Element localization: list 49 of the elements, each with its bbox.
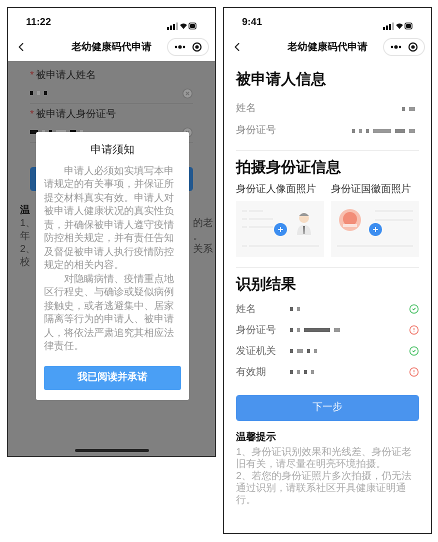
add-photo-icon[interactable] [274, 223, 287, 236]
tip-text: 2、若您的身份证照片多次拍摄，仍无法通过识别，请联系社区开具健康证明通行。 [236, 470, 413, 506]
field-label: 被申请人身份证号 [36, 108, 116, 122]
row-label: 发证机关 [236, 344, 277, 358]
dialog-paragraph: 申请人必须如实填写本申请规定的有关事项，并保证所提交材料真实有效。申请人对被申请人健康状况的真实性负责，并确保被申请人遵守疫情防控相关规定，并有责任告知及督促被申请人执行疫情防控规定的相关内容。 [44, 164, 175, 272]
row-label: 身份证号 [236, 124, 276, 138]
status-icons [383, 22, 413, 30]
field-label: 被申请人姓名 [36, 68, 96, 83]
status-time: 11:22 [26, 16, 52, 30]
capsule-menu[interactable] [383, 38, 425, 56]
upload-card[interactable] [331, 201, 419, 257]
person-figure-drawing [297, 213, 311, 235]
tip-text: 1、身份证识别效果和光线差、身份证老旧有关，请尽量在明亮环境拍摄。 [236, 446, 413, 470]
tip-fragment: 。 [193, 231, 204, 243]
section-title: 被申请人信息 [236, 70, 327, 90]
tip-fragment: 的老 [193, 218, 213, 230]
capsule-menu[interactable] [167, 38, 209, 56]
row-label: 身份证号 [236, 324, 277, 338]
status-icons [167, 22, 197, 30]
tip-fragment: 关系 [193, 244, 213, 256]
accept-button[interactable]: 我已阅读并承诺 [44, 366, 181, 390]
section-title: 拍摄身份证信息 [236, 158, 342, 178]
photo-label: 身份证国徽面照片 [331, 182, 412, 197]
add-photo-icon[interactable] [369, 223, 382, 236]
row-label: 姓名 [236, 302, 257, 316]
more-icon[interactable] [390, 45, 402, 49]
tip-fragment: 2、 [20, 244, 36, 256]
row-label: 有效期 [236, 366, 267, 380]
photo-label: 身份证人像面照片 [236, 182, 317, 197]
status-time: 9:41 [242, 16, 262, 30]
close-target-icon[interactable] [192, 42, 202, 52]
tip-fragment: 年 [20, 231, 31, 243]
tip-fragment: 1、 [20, 218, 36, 230]
emblem-drawing [339, 209, 361, 231]
required-mark: * [30, 108, 34, 122]
required-mark: * [30, 69, 34, 83]
dialog-paragraph: 对隐瞒病情、疫情重点地区行程史、与确诊或疑似病例接触史，或者逃避集中、居家隔离等行为的申请人、被申请人，将依法严肃追究其相应法律责任。 [44, 272, 175, 354]
row-label: 姓名 [236, 102, 256, 116]
tip-fragment: 温 [20, 205, 31, 217]
next-step-button[interactable]: 下一步 [236, 394, 419, 420]
dialog-title: 申请须知 [90, 143, 134, 158]
tips-title: 温馨提示 [236, 430, 277, 444]
nav-title: 老幼健康码代申请 [288, 40, 368, 54]
section-title: 识别结果 [236, 275, 297, 295]
more-icon[interactable] [174, 45, 186, 49]
tip-fragment: 校 [20, 257, 31, 269]
upload-card[interactable] [236, 201, 324, 257]
close-target-icon[interactable] [408, 42, 418, 52]
nav-title: 老幼健康码代申请 [72, 40, 152, 54]
